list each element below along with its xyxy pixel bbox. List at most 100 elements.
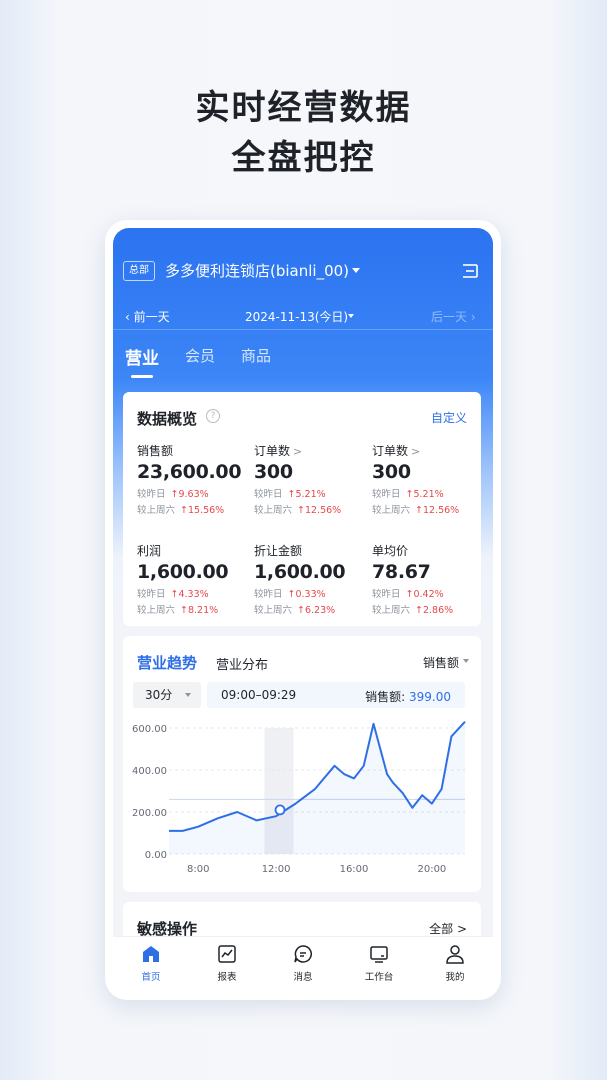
nav-label: 工作台 (364, 972, 394, 983)
metric-value: 1,600.00 (137, 561, 229, 583)
selected-metric-label: 销售额: (365, 690, 409, 704)
app-screen: 总部 多多便利连锁店(bianli_00) ‹ 前一天 2024-11-13(今… (113, 228, 493, 992)
metric-value: 300 (254, 461, 293, 483)
metric-label: 单均价 (372, 542, 490, 558)
compare-value: ↑2.86% (415, 605, 454, 616)
workbench-icon (370, 946, 388, 963)
metric-compare-yesterday: 较昨日 ↑0.33% (254, 586, 372, 600)
prev-day-button[interactable]: ‹ 前一天 (125, 308, 170, 325)
metric-label-text: 订单数 (372, 444, 409, 458)
x-tick-label: 8:00 (187, 864, 209, 875)
y-tick-label: 400.00 (132, 766, 167, 777)
trend-chart[interactable]: 600.00 400.00 200.00 0.00 8:00 12:00 16:00 20:0… (123, 716, 481, 888)
compare-label: 较上周六 (254, 605, 293, 616)
view-all-button[interactable]: 全部 > (429, 920, 467, 937)
customize-button[interactable]: 自定义 (431, 409, 467, 426)
metric-compare-yesterday: 较昨日 ↑4.33% (137, 586, 255, 600)
metric-compare-yesterday: 较昨日 ↑5.21% (254, 486, 372, 500)
compare-label: 较上周六 (137, 505, 176, 516)
overview-card: 数据概览 ? 自定义 销售额 23,600.00 较昨日 ↑9.63% 较上周六 ↑15.… (123, 392, 481, 626)
compare-label: 较昨日 (137, 489, 166, 500)
metric-label: 利润 (137, 542, 255, 558)
caret-down-icon[interactable] (463, 659, 469, 663)
x-tick-label: 12:00 (262, 864, 291, 875)
metric-compare-last-week: 较上周六 ↑2.86% (372, 602, 490, 616)
metric-label-text: 单均价 (372, 544, 409, 558)
tab-members[interactable]: 会员 (185, 345, 215, 366)
metric-item: 折让金额 1,600.00 较昨日 ↑0.33% 较上周六 ↑6.23% (254, 542, 372, 616)
interval-label: 30分 (145, 688, 173, 702)
metric-value: 300 (372, 461, 411, 483)
tab-products[interactable]: 商品 (241, 345, 271, 366)
nav-profile[interactable]: 我的 (425, 943, 485, 983)
tab-business-distribution[interactable]: 营业分布 (216, 654, 268, 673)
caret-down-icon[interactable] (348, 314, 354, 318)
selected-point-info: 09:00–09:29 销售额: 399.00 (207, 682, 465, 708)
compare-value: ↑6.23% (297, 605, 336, 616)
compare-label: 较昨日 (137, 589, 166, 600)
hq-badge: 总部 (123, 261, 155, 281)
selected-value: 399.00 (409, 690, 451, 704)
metric-compare-yesterday: 较昨日 ↑5.21% (372, 486, 490, 500)
selected-time-range: 09:00–09:29 (221, 688, 297, 702)
compare-value: ↑5.21% (287, 489, 326, 500)
date-selector[interactable]: 2024-11-13(今日) (245, 308, 348, 325)
trend-card: 营业趋势 营业分布 销售额 30分 09:00–09:29 销售额: 399.0… (123, 636, 481, 892)
home-icon (143, 946, 159, 962)
bottom-nav: 首页 报表 消息 工作台 我的 (113, 936, 493, 992)
compare-label: 较昨日 (372, 589, 401, 600)
metric-compare-yesterday: 较昨日 ↑0.42% (372, 586, 490, 600)
metric-item[interactable]: 订单数 >300 较昨日 ↑5.21% 较上周六 ↑12.56% (254, 442, 372, 516)
promo-title-line2: 全盘把控 (231, 138, 376, 178)
store-selector[interactable]: 多多便利连锁店(bianli_00) (165, 261, 349, 281)
nav-workbench[interactable]: 工作台 (349, 943, 409, 983)
metric-value: 1,600.00 (254, 561, 346, 583)
tab-business-trend[interactable]: 营业趋势 (137, 652, 197, 673)
help-icon[interactable]: ? (206, 409, 220, 423)
compare-value: ↑0.42% (405, 589, 444, 600)
nav-report[interactable]: 报表 (197, 943, 257, 983)
metric-label: 订单数 > (372, 442, 490, 458)
metric-label: 订单数 > (254, 442, 372, 458)
compare-label: 较昨日 (372, 489, 401, 500)
chevron-right-icon: > (411, 445, 421, 458)
interval-selector[interactable]: 30分 (133, 682, 201, 708)
compare-value: ↑12.56% (297, 505, 342, 516)
profile-icon (446, 945, 464, 964)
metric-value: 23,600.00 (137, 461, 242, 483)
nav-label: 我的 (445, 972, 465, 983)
caret-down-icon[interactable] (352, 268, 360, 273)
compare-label: 较昨日 (254, 589, 283, 600)
metric-compare-yesterday: 较昨日 ↑9.63% (137, 486, 255, 500)
main-tabs: 营业 会员 商品 (113, 344, 493, 384)
compare-label: 较上周六 (137, 605, 176, 616)
menu-icon[interactable] (461, 262, 479, 280)
nav-message[interactable]: 消息 (273, 943, 333, 983)
compare-value: ↑15.56% (180, 505, 225, 516)
metric-compare-last-week: 较上周六 ↑6.23% (254, 602, 372, 616)
tab-business[interactable]: 营业 (125, 344, 159, 369)
metric-item: 利润 1,600.00 较昨日 ↑4.33% 较上周六 ↑8.21% (137, 542, 255, 616)
metric-label-text: 利润 (137, 544, 162, 558)
metric-selector[interactable]: 销售额 (423, 654, 459, 671)
caret-down-icon (185, 693, 191, 697)
metric-label-text: 折让金额 (254, 544, 303, 558)
nav-label: 消息 (293, 972, 313, 983)
metric-compare-last-week: 较上周六 ↑12.56% (372, 502, 490, 516)
chevron-right-icon: > (293, 445, 303, 458)
compare-label: 较上周六 (372, 605, 411, 616)
phone-frame: 总部 多多便利连锁店(bianli_00) ‹ 前一天 2024-11-13(今… (105, 220, 501, 1000)
next-day-label: 后一天 (431, 310, 468, 324)
metric-compare-last-week: 较上周六 ↑8.21% (137, 602, 255, 616)
next-day-button[interactable]: 后一天 › (431, 308, 476, 325)
compare-label: 较上周六 (372, 505, 411, 516)
active-tab-indicator (131, 375, 153, 378)
compare-value: ↑0.33% (287, 589, 326, 600)
compare-label: 较昨日 (254, 489, 283, 500)
metric-item[interactable]: 订单数 >300 较昨日 ↑5.21% 较上周六 ↑12.56% (372, 442, 490, 516)
x-tick-label: 20:00 (417, 864, 446, 875)
y-tick-label: 0.00 (145, 850, 167, 861)
nav-home[interactable]: 首页 (121, 943, 181, 983)
nav-label: 首页 (141, 972, 161, 983)
metric-label-text: 订单数 (254, 444, 291, 458)
